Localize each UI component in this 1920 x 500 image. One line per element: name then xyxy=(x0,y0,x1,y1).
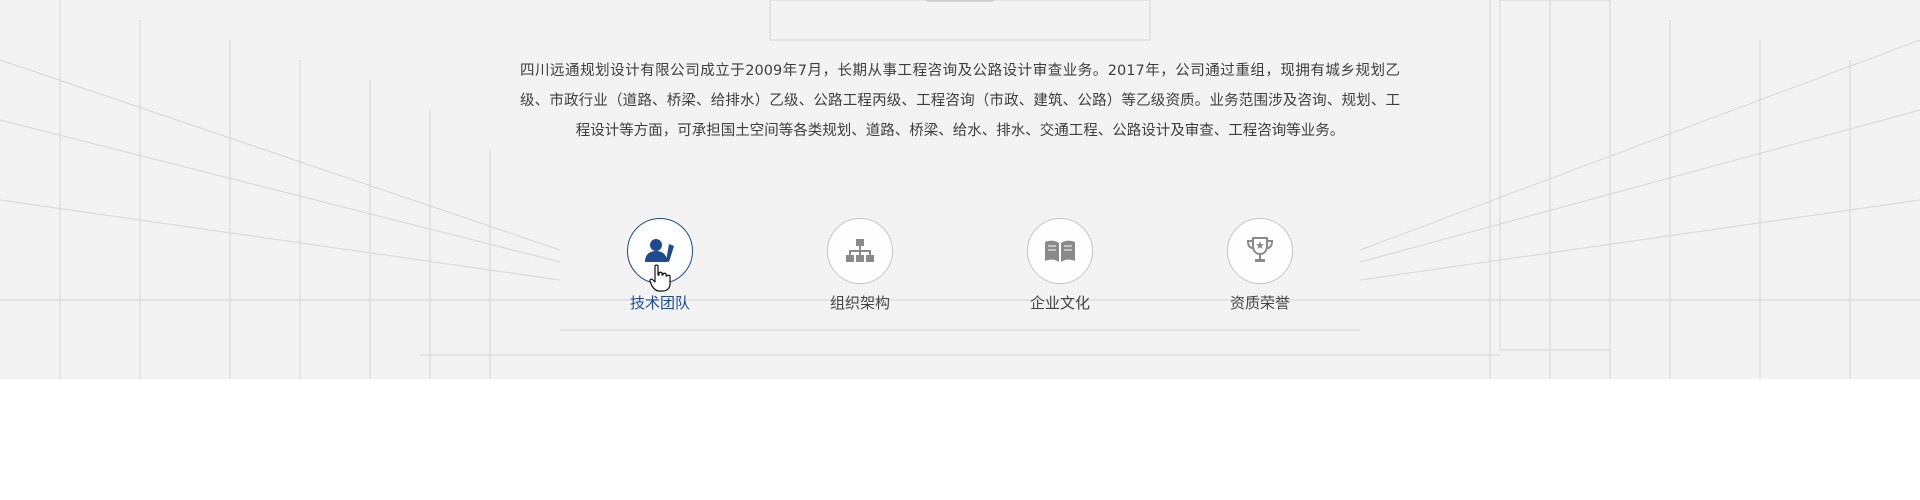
trophy-icon xyxy=(1245,236,1275,266)
nav-circle[interactable] xyxy=(627,218,693,284)
company-intro: 四川远通规划设计有限公司成立于2009年7月，长期从事工程咨询及公路设计审查业务… xyxy=(520,63,1400,139)
nav-label: 企业文化 xyxy=(1029,294,1090,312)
nav-circle[interactable] xyxy=(1027,218,1093,284)
team-icon xyxy=(643,238,677,264)
nav-circle[interactable] xyxy=(1227,218,1293,284)
section-title-partial xyxy=(925,0,995,2)
nav-item-org-structure[interactable]: 组织架构 xyxy=(790,218,930,313)
org-chart-icon xyxy=(846,239,874,263)
book-icon xyxy=(1044,239,1076,263)
nav-item-honors[interactable]: 资质荣誉 xyxy=(1190,218,1330,313)
nav-label: 组织架构 xyxy=(829,294,890,312)
nav-circle[interactable] xyxy=(827,218,893,284)
nav-label: 资质荣誉 xyxy=(1229,294,1290,312)
about-section: 四川远通规划设计有限公司成立于2009年7月，长期从事工程咨询及公路设计审查业务… xyxy=(0,0,1920,379)
nav-item-tech-team[interactable]: 技术团队 xyxy=(590,218,730,313)
nav-label: 技术团队 xyxy=(629,294,690,312)
nav-item-culture[interactable]: 企业文化 xyxy=(990,218,1130,313)
